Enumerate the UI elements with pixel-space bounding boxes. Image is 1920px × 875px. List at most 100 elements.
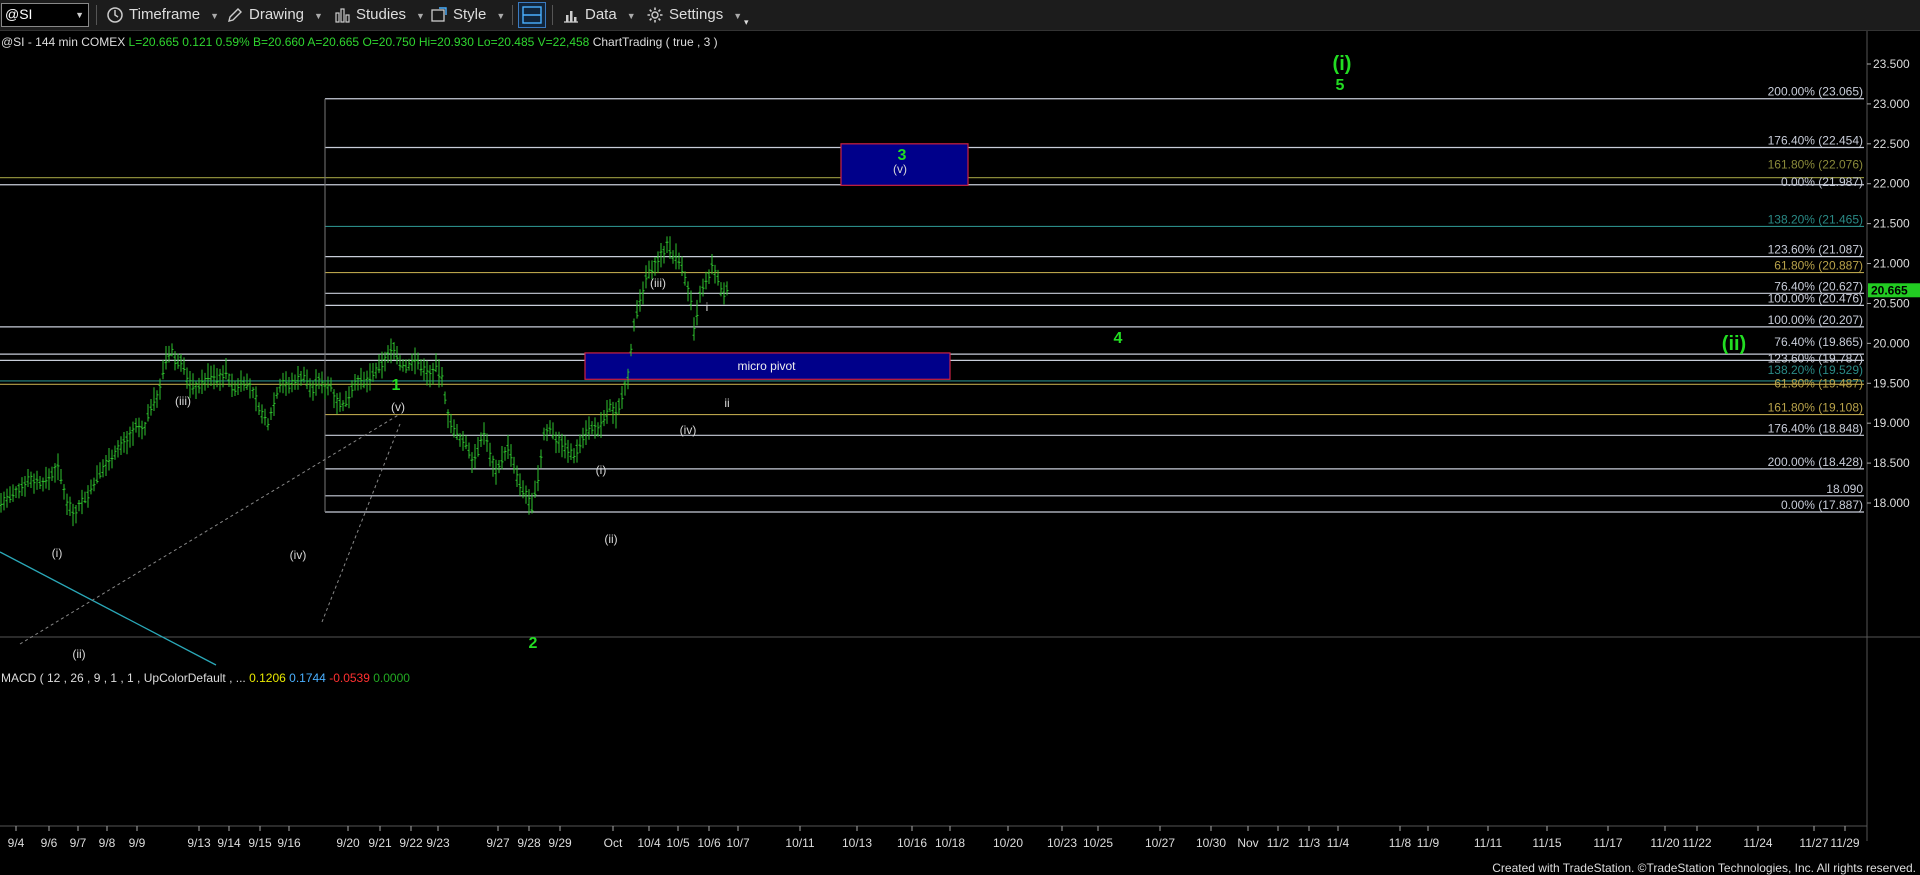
header-field: Hi=20.930 [419, 35, 477, 49]
price-bar [299, 371, 303, 386]
wave-label: (iv) [290, 548, 307, 562]
price-bar [455, 423, 459, 440]
studies-button[interactable]: Studies ▼ [333, 3, 425, 27]
fib-level-label: 100.00% (20.476) [1768, 291, 1863, 305]
price-bar [101, 459, 105, 478]
micro-pivot-label: micro pivot [738, 359, 797, 373]
price-bar [596, 422, 600, 437]
price-bar [38, 475, 42, 489]
wave-label: 2 [529, 635, 538, 652]
date-tick-label: 9/14 [217, 836, 241, 850]
price-bar [518, 473, 522, 496]
date-tick-label: 9/28 [517, 836, 541, 850]
price-bar [590, 421, 594, 435]
price-bar [668, 236, 672, 259]
date-tick-label: 11/11 [1474, 836, 1503, 850]
indicator-value: 0.1744 [289, 671, 329, 685]
price-bar [125, 430, 129, 455]
price-bar [683, 271, 687, 286]
fib-level-label: 200.00% (18.428) [1768, 455, 1863, 469]
date-tick-label: 11/24 [1743, 836, 1772, 850]
fib-level-label: 200.00% (23.065) [1768, 85, 1863, 99]
price-bar [128, 426, 132, 448]
price-bar [449, 413, 453, 434]
price-bar [617, 398, 621, 415]
chevron-down-icon: ▼ [496, 11, 506, 21]
wave-label: (ii) [604, 532, 617, 546]
price-bar [500, 446, 504, 470]
price-bar [137, 417, 141, 438]
header-field: A=20.665 [307, 35, 362, 49]
price-bar [2, 491, 6, 511]
indicator-header: MACD ( 12 , 26 , 9 , 1 , 1 , UpColorDefa… [1, 671, 410, 685]
price-bar [161, 360, 165, 380]
price-bar [218, 368, 222, 391]
fib-level-label: 61.80% (19.487) [1774, 376, 1863, 390]
price-bar [59, 468, 63, 485]
trendline[interactable] [0, 551, 217, 666]
price-bar [524, 485, 528, 504]
data-label: Data [585, 6, 617, 23]
price-bar [134, 418, 138, 433]
timeframe-label: Timeframe [129, 6, 201, 23]
layout-button[interactable] [518, 2, 546, 28]
price-bar [485, 433, 489, 452]
chart[interactable]: @SI - 144 min COMEX L=20.665 0.121 0.59%… [0, 31, 1920, 861]
fib-level-label: 138.20% (19.529) [1768, 363, 1863, 377]
studies-icon [335, 8, 350, 23]
symbol-box[interactable]: ▼ [1, 3, 89, 27]
drawing-button[interactable]: Drawing ▼ [226, 3, 323, 27]
date-tick-label: 11/8 [1389, 836, 1412, 850]
price-bar [575, 439, 579, 463]
price-bar [110, 449, 114, 469]
price-bar [338, 392, 342, 412]
price-bar [200, 369, 204, 394]
date-tick-label: 11/9 [1417, 836, 1440, 850]
trendline-dotted[interactable] [19, 413, 401, 645]
price-bar [578, 434, 582, 454]
price-bar [392, 342, 396, 360]
price-bar [569, 443, 573, 461]
wave-label: (iv) [680, 423, 697, 437]
style-label: Style [453, 6, 487, 23]
fib-level-label: 100.00% (20.207) [1768, 313, 1863, 327]
price-bar [158, 378, 162, 400]
price-bar [290, 372, 294, 393]
studies-label: Studies [356, 6, 407, 23]
price-bar [74, 504, 78, 524]
date-tick-label: 9/7 [70, 836, 87, 850]
wave-label: (ii) [72, 647, 85, 661]
price-bar [560, 433, 564, 458]
price-bar [131, 421, 135, 446]
price-bar [242, 376, 246, 391]
price-bar [146, 404, 150, 422]
chevron-down-icon: ▼ [626, 11, 636, 21]
price-bar [638, 289, 642, 312]
price-bar [140, 420, 144, 440]
price-bar [116, 440, 120, 458]
timeframe-button[interactable]: Timeframe ▼ [106, 3, 219, 27]
price-bar [416, 352, 420, 370]
price-bar [677, 252, 681, 270]
symbol-header: @SI - 144 min COMEX L=20.665 0.121 0.59%… [1, 35, 718, 49]
settings-button[interactable]: Settings ▼ [646, 3, 742, 27]
price-bar [548, 420, 552, 435]
price-tick-label: 23.000 [1873, 97, 1910, 111]
style-button[interactable]: Style ▼ [430, 3, 505, 27]
symbol-dropdown-icon[interactable]: ▼ [75, 10, 84, 20]
price-bar [695, 299, 699, 326]
price-bar [419, 359, 423, 376]
price-bar [437, 359, 441, 388]
price-bar [104, 454, 108, 476]
price-bar [56, 453, 60, 481]
date-tick-label: 10/6 [697, 836, 721, 850]
data-button[interactable]: Data ▼ [562, 3, 636, 27]
price-bar [620, 386, 624, 409]
price-bar [272, 392, 276, 417]
price-bar [227, 373, 231, 387]
price-bar [89, 479, 93, 495]
price-bar [632, 318, 636, 332]
price-bar [704, 271, 708, 290]
price-bar [143, 421, 147, 436]
symbol-input[interactable] [2, 4, 69, 24]
